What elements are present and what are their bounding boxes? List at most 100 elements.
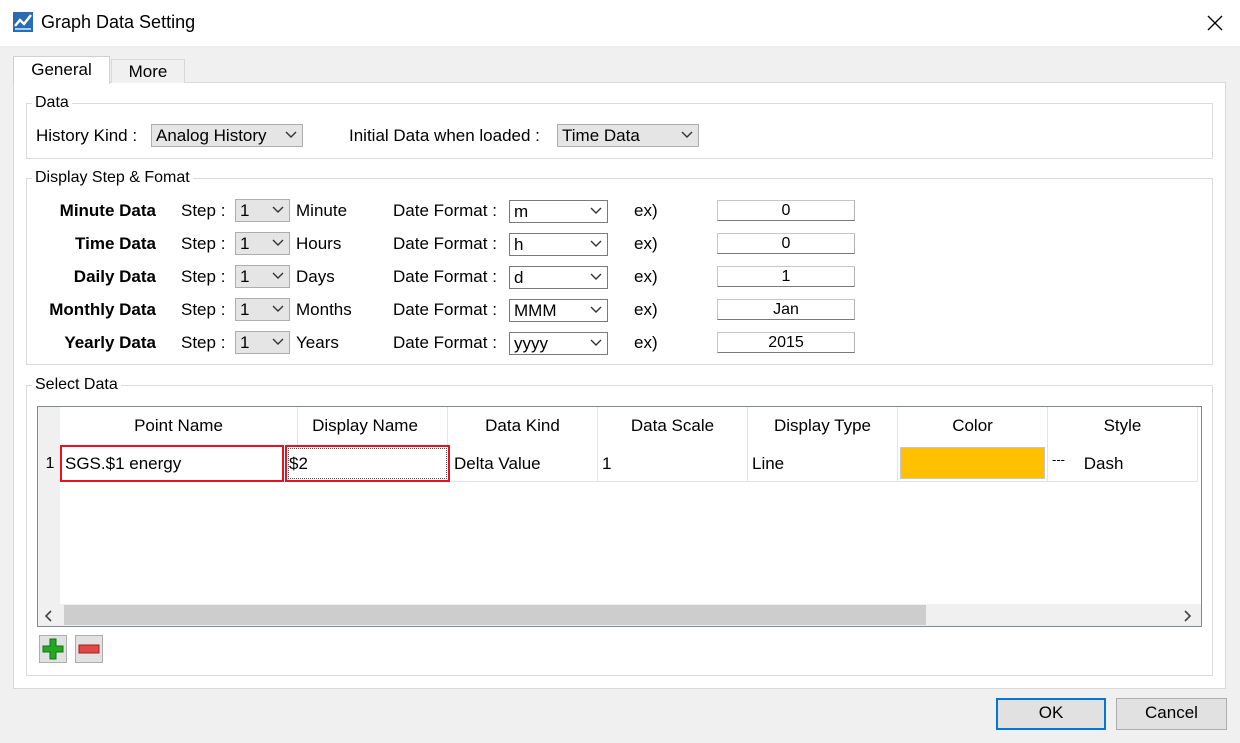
minute-data-label: Minute Data — [59, 201, 156, 220]
column-header-display-name[interactable]: Display Name — [283, 407, 448, 445]
minute-format-value: m — [514, 202, 529, 221]
chevron-down-icon — [590, 339, 602, 346]
time-step-dropdown[interactable]: 1 — [235, 232, 290, 255]
graph-app-icon — [12, 11, 34, 33]
chevron-down-icon — [590, 273, 602, 280]
monthly-format-value: MMM — [514, 301, 557, 320]
time-format-input[interactable]: h — [509, 233, 608, 256]
time-unit-label: Hours — [296, 234, 342, 253]
example-label: ex) — [634, 201, 658, 220]
monthly-example-value: Jan — [717, 299, 855, 320]
yearly-step-dropdown[interactable]: 1 — [235, 331, 290, 354]
daily-step-value: 1 — [240, 267, 250, 286]
yearly-step-value: 1 — [240, 333, 250, 352]
yearly-unit-label: Years — [296, 333, 339, 352]
date-format-label: Date Format : — [393, 201, 497, 220]
display-step-group-title: Display Step & Fomat — [32, 169, 193, 187]
display-type-cell[interactable]: Line — [748, 445, 898, 482]
minute-step-value: 1 — [240, 201, 250, 220]
scroll-right-button[interactable] — [1180, 608, 1194, 622]
daily-format-input[interactable]: d — [509, 266, 608, 289]
display-name-cell[interactable]: $2 — [285, 445, 450, 482]
history-kind-dropdown[interactable]: Analog History — [151, 124, 303, 147]
data-kind-cell[interactable]: Delta Value — [450, 445, 598, 482]
tab-more[interactable]: More — [111, 59, 185, 83]
date-format-label: Date Format : — [393, 333, 497, 352]
color-swatch — [900, 447, 1045, 479]
chevron-down-icon — [272, 338, 284, 345]
row-index: 1 — [45, 455, 55, 472]
monthly-format-input[interactable]: MMM — [509, 299, 608, 322]
chevron-down-icon — [272, 305, 284, 312]
scrollbar-thumb[interactable] — [64, 605, 926, 625]
daily-example-value: 1 — [717, 266, 855, 287]
date-format-label: Date Format : — [393, 267, 497, 286]
time-data-label: Time Data — [75, 234, 156, 253]
select-data-group-title: Select Data — [32, 376, 121, 394]
data-scale-cell[interactable]: 1 — [598, 445, 748, 482]
initial-data-value: Time Data — [562, 126, 640, 145]
column-header-data-scale[interactable]: Data Scale — [598, 407, 748, 445]
chevron-left-icon — [44, 610, 52, 622]
yearly-format-input[interactable]: yyyy — [509, 332, 608, 355]
step-label: Step : — [181, 267, 226, 286]
column-header-style[interactable]: Style — [1048, 407, 1198, 445]
chevron-down-icon — [285, 131, 297, 138]
yearly-data-label: Yearly Data — [64, 333, 156, 352]
remove-row-button[interactable] — [75, 635, 103, 663]
ok-button[interactable]: OK — [996, 698, 1106, 730]
cancel-button[interactable]: Cancel — [1116, 698, 1227, 730]
date-format-label: Date Format : — [393, 300, 497, 319]
date-format-label: Date Format : — [393, 234, 497, 253]
step-label: Step : — [181, 201, 226, 220]
tab-general[interactable]: General — [13, 56, 110, 84]
close-icon — [1207, 15, 1223, 31]
initial-data-dropdown[interactable]: Time Data — [557, 124, 699, 147]
chevron-down-icon — [590, 207, 602, 214]
minute-unit-label: Minute — [296, 201, 348, 220]
chevron-right-icon — [1184, 610, 1192, 622]
history-kind-value: Analog History — [156, 126, 267, 145]
minute-format-input[interactable]: m — [509, 200, 608, 223]
yearly-format-value: yyyy — [514, 334, 548, 353]
daily-step-dropdown[interactable]: 1 — [235, 265, 290, 288]
yearly-example-value: 2015 — [717, 332, 855, 353]
point-name-cell[interactable]: SGS.$1 energy — [60, 445, 284, 482]
add-row-button[interactable] — [39, 635, 67, 663]
time-format-value: h — [514, 235, 524, 254]
monthly-unit-label: Months — [296, 300, 352, 319]
time-step-value: 1 — [240, 234, 250, 253]
column-header-color[interactable]: Color — [898, 407, 1048, 445]
step-label: Step : — [181, 234, 226, 253]
example-label: ex) — [634, 267, 658, 286]
style-cell[interactable]: --- Dash — [1048, 445, 1198, 482]
chevron-down-icon — [590, 240, 602, 247]
data-group-title: Data — [32, 94, 72, 112]
chevron-down-icon — [272, 206, 284, 213]
minute-step-dropdown[interactable]: 1 — [235, 199, 290, 222]
chevron-down-icon — [590, 306, 602, 313]
color-cell[interactable] — [898, 445, 1048, 482]
initial-data-label: Initial Data when loaded : — [349, 126, 540, 145]
column-header-data-kind[interactable]: Data Kind — [448, 407, 598, 445]
scroll-left-button[interactable] — [42, 608, 56, 622]
column-header-point-name[interactable]: Point Name — [60, 407, 298, 445]
window-title: Graph Data Setting — [41, 12, 196, 32]
minus-icon — [78, 644, 100, 654]
chevron-down-icon — [272, 272, 284, 279]
data-grid[interactable]: Point Name Display Name Data Kind Data S… — [37, 406, 1202, 627]
daily-data-label: Daily Data — [73, 267, 156, 286]
history-kind-label: History Kind : — [36, 126, 138, 145]
column-header-display-type[interactable]: Display Type — [748, 407, 898, 445]
step-label: Step : — [181, 333, 226, 352]
chevron-down-icon — [272, 239, 284, 246]
close-button[interactable] — [1196, 4, 1234, 42]
daily-format-value: d — [514, 268, 524, 287]
plus-icon — [42, 638, 64, 660]
step-label: Step : — [181, 300, 226, 319]
monthly-step-dropdown[interactable]: 1 — [235, 298, 290, 321]
time-example-value: 0 — [717, 233, 855, 254]
style-value: Dash — [1083, 454, 1124, 473]
row-header-column — [38, 407, 60, 604]
chevron-down-icon — [681, 131, 693, 138]
